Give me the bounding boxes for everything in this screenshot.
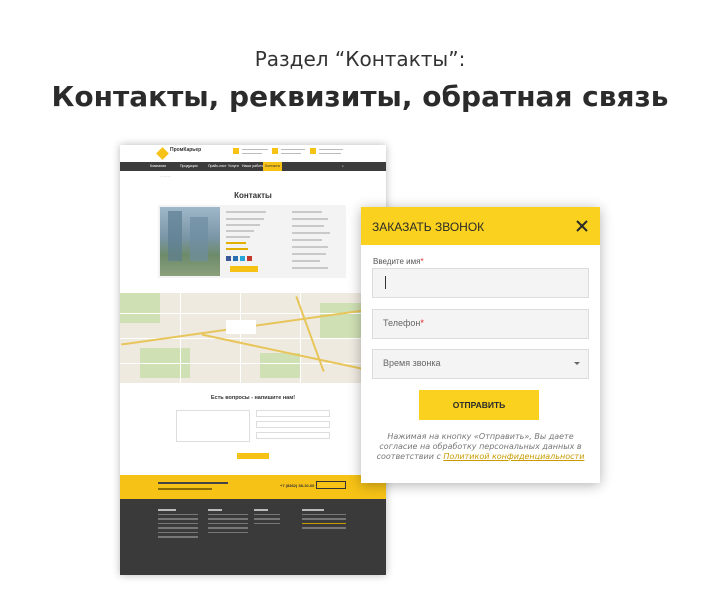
section-subtitle: Раздел “Контакты”: <box>254 47 466 71</box>
preview-phone-field[interactable] <box>256 432 330 439</box>
clock-icon <box>310 148 316 154</box>
preview-route-button[interactable] <box>230 266 258 272</box>
social-icon[interactable] <box>240 256 245 261</box>
preview-footer <box>120 499 386 575</box>
required-mark: * <box>420 318 424 328</box>
nav-item[interactable]: Прайс-лист <box>208 164 227 168</box>
consult-bar: +7 (8362) 38-10-00 <box>120 475 386 499</box>
office-photo <box>160 207 220 276</box>
name-label: Введите имя* <box>373 257 424 266</box>
phone-placeholder: Телефон <box>383 318 421 328</box>
nav-item[interactable]: Наши работы <box>242 164 264 168</box>
phone-icon <box>233 148 239 154</box>
name-input[interactable] <box>372 268 589 298</box>
chevron-down-icon <box>574 362 580 365</box>
preview-name-field[interactable] <box>256 410 330 417</box>
nav-item[interactable]: Услуги <box>228 164 239 168</box>
logo-icon <box>156 147 169 160</box>
nav-item[interactable]: Продукция <box>180 164 198 168</box>
required-mark: * <box>420 257 424 266</box>
close-button[interactable] <box>572 216 592 236</box>
call-time-select[interactable]: Время звонка <box>372 349 589 379</box>
preview-send-button[interactable] <box>237 453 269 459</box>
breadcrumb: — — — <box>160 174 171 178</box>
map[interactable] <box>120 293 386 383</box>
preview-email-field[interactable] <box>256 421 330 428</box>
social-icon[interactable] <box>226 256 231 261</box>
call-time-placeholder: Время звонка <box>383 358 441 368</box>
question-title: Есть вопросы - напишите нам! <box>210 395 296 401</box>
search-icon[interactable]: ⌕ <box>342 164 344 168</box>
contacts-page-preview: ПромКарьер Компания Продукция Прайс-лист… <box>120 145 386 575</box>
location-icon <box>272 148 278 154</box>
nav-item-active[interactable]: Контакты <box>263 162 283 171</box>
close-icon <box>576 220 588 232</box>
modal-title: ЗАКАЗАТЬ ЗВОНОК <box>372 220 485 234</box>
preview-nav: Компания Продукция Прайс-лист Услуги Наш… <box>120 162 386 171</box>
social-icon[interactable] <box>233 256 238 261</box>
preview-logo: ПромКарьер <box>170 147 202 153</box>
preview-callback-button[interactable] <box>316 481 346 489</box>
section-title: Контакты, реквизиты, обратная связь <box>51 80 669 113</box>
map-pin <box>226 320 256 334</box>
privacy-policy-link[interactable]: Политикой конфиденциальности <box>443 452 584 461</box>
social-icon[interactable] <box>247 256 252 261</box>
preview-page-title: Контакты <box>234 191 272 200</box>
preview-phone: +7 (8362) 38-10-00 <box>280 483 315 488</box>
text-caret <box>385 276 386 289</box>
phone-input[interactable]: Телефон* <box>372 309 589 339</box>
preview-header: ПромКарьер <box>120 145 386 162</box>
consent-text: Нажимая на кнопку «Отправить», Вы даете … <box>376 432 585 461</box>
preview-message-field[interactable] <box>176 410 250 442</box>
nav-item[interactable]: Компания <box>150 164 166 168</box>
submit-button[interactable]: ОТПРАВИТЬ <box>419 390 539 420</box>
callback-modal: ЗАКАЗАТЬ ЗВОНОК Введите имя* Телефон* Вр… <box>361 207 600 483</box>
modal-header: ЗАКАЗАТЬ ЗВОНОК <box>361 207 600 245</box>
